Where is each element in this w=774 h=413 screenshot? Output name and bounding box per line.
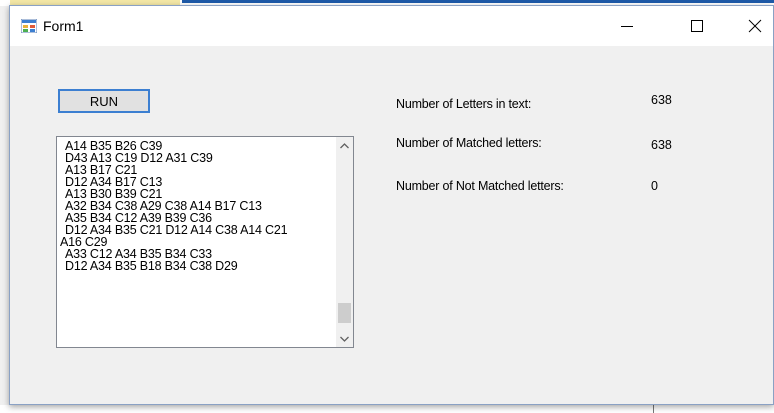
- maximize-icon: [691, 20, 703, 32]
- form-app-icon: [21, 19, 37, 33]
- scroll-up-button[interactable]: [336, 137, 353, 154]
- chevron-down-icon: [340, 336, 349, 342]
- background-cursor-mark: [653, 405, 654, 413]
- not-matched-count-value: 0: [651, 179, 658, 193]
- title-bar[interactable]: Form1: [10, 6, 773, 46]
- maximize-button[interactable]: [674, 6, 720, 46]
- not-matched-count-label: Number of Not Matched letters:: [396, 179, 564, 193]
- chevron-up-icon: [340, 142, 349, 148]
- matched-count-value: 638: [651, 138, 672, 152]
- list-item[interactable]: D12 A34 B35 B18 B34 C38 D29: [60, 260, 328, 273]
- letters-count-label: Number of Letters in text:: [396, 97, 532, 111]
- close-button[interactable]: [732, 6, 774, 46]
- window-title: Form1: [43, 18, 84, 34]
- close-icon: [748, 19, 762, 33]
- background-window-edge-bottom: [0, 405, 774, 413]
- form-client-area: RUN A14 B35 B26 C39 D43 A13 C19 D12 A31 C…: [10, 46, 773, 404]
- form-window: Form1 RUN A14 B35 B26 C39 D43 A13 C19 D12…: [9, 5, 774, 405]
- scroll-down-button[interactable]: [336, 330, 353, 347]
- vertical-scrollbar[interactable]: [336, 137, 353, 347]
- matched-count-label: Number of Matched letters:: [396, 136, 542, 150]
- letters-count-value: 638: [651, 93, 672, 107]
- run-button[interactable]: RUN: [58, 89, 150, 113]
- scrollbar-thumb[interactable]: [338, 303, 351, 323]
- minimize-icon: [621, 26, 633, 27]
- minimize-button[interactable]: [604, 6, 650, 46]
- results-listbox[interactable]: A14 B35 B26 C39 D43 A13 C19 D12 A31 C39 A1…: [56, 136, 354, 348]
- background-title-strip: [182, 0, 774, 3]
- listbox-items: A14 B35 B26 C39 D43 A13 C19 D12 A31 C39 A1…: [60, 140, 328, 344]
